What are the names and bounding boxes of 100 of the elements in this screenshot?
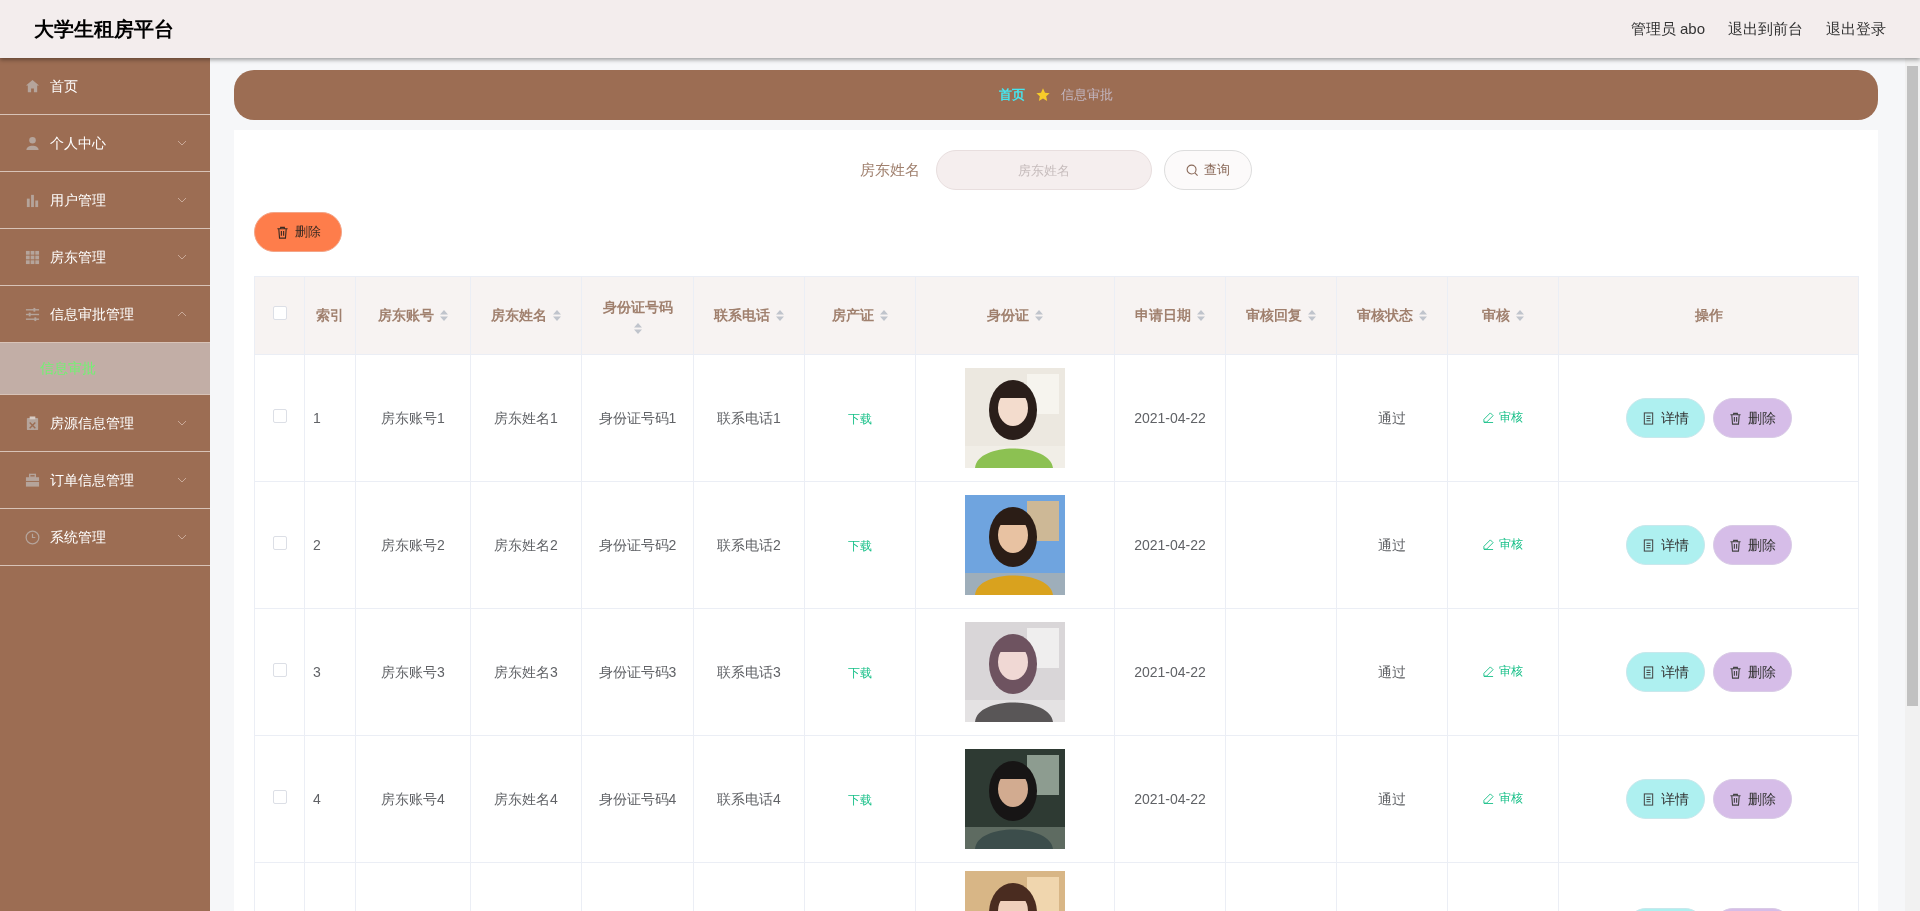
- download-link[interactable]: 下载: [848, 411, 872, 426]
- trash-icon: [1728, 538, 1742, 552]
- sidebar-item[interactable]: 订单信息管理: [0, 452, 210, 509]
- document-icon: [1641, 538, 1655, 552]
- review-link[interactable]: 审核: [1483, 408, 1523, 426]
- review-link[interactable]: 审核: [1483, 789, 1523, 807]
- table-cell: 房东账号1: [381, 409, 445, 426]
- table-cell: 2: [313, 536, 321, 553]
- review-link[interactable]: 审核: [1483, 535, 1523, 553]
- header-link[interactable]: 管理员 abo: [1630, 17, 1705, 41]
- table-cell: 身份证号码1: [598, 409, 677, 426]
- sliders-icon: [25, 306, 40, 322]
- user-icon: [25, 135, 40, 151]
- sidebar-item[interactable]: 用户管理: [0, 172, 210, 229]
- briefcase-icon: [25, 472, 40, 488]
- detail-button[interactable]: 详情: [1625, 525, 1705, 565]
- sidebar-item[interactable]: 房东管理: [0, 229, 210, 286]
- table-cell: 身份证号码4: [598, 790, 677, 807]
- table-cell: 3: [313, 663, 321, 680]
- document-icon: [1641, 411, 1655, 425]
- pencil-icon: [1483, 538, 1494, 550]
- column-header[interactable]: 审核: [1481, 305, 1525, 326]
- table-cell: 通过: [1378, 790, 1406, 807]
- table-cell: 房东姓名2: [494, 536, 558, 553]
- grid-icon: [25, 249, 40, 265]
- pencil-icon: [1483, 792, 1494, 804]
- table-cell: 房东姓名3: [494, 663, 558, 680]
- column-header[interactable]: 房产证: [831, 305, 889, 326]
- scrollbar[interactable]: [1905, 58, 1920, 911]
- table-cell: 身份证号码3: [598, 663, 677, 680]
- table-cell: 2021-04-22: [1134, 536, 1206, 553]
- table-cell: 房东账号4: [381, 790, 445, 807]
- column-header[interactable]: 联系电话: [713, 305, 785, 326]
- detail-button[interactable]: 详情: [1625, 652, 1705, 692]
- checkbox[interactable]: [272, 408, 287, 423]
- search-icon: [1186, 163, 1199, 177]
- column-header[interactable]: 索引: [316, 305, 344, 326]
- document-icon: [1641, 665, 1655, 679]
- document-icon: [1641, 792, 1655, 806]
- search-label: 房东姓名: [860, 159, 920, 180]
- table-cell: 通过: [1378, 536, 1406, 553]
- checkbox[interactable]: [272, 662, 287, 677]
- table-cell: 联系电话3: [717, 663, 781, 680]
- star-icon: [1035, 87, 1051, 103]
- table-cell: 通过: [1378, 409, 1406, 426]
- table-cell: 4: [313, 790, 321, 807]
- table-cell: 1: [313, 409, 321, 426]
- table-cell: 2021-04-22: [1134, 409, 1206, 426]
- delete-button[interactable]: 删除: [1712, 525, 1792, 565]
- detail-button[interactable]: 详情: [1625, 398, 1705, 438]
- table-cell: 房东姓名1: [494, 409, 558, 426]
- checkbox[interactable]: [272, 535, 287, 550]
- table-cell: 房东姓名4: [494, 790, 558, 807]
- column-header[interactable]: 申请日期: [1134, 305, 1206, 326]
- breadcrumb-link[interactable]: 首页: [999, 85, 1025, 105]
- trash-icon: [1728, 411, 1742, 425]
- column-header[interactable]: 房东姓名: [490, 305, 562, 326]
- column-header[interactable]: 身份证: [986, 305, 1044, 326]
- table-cell: 2021-04-22: [1134, 790, 1206, 807]
- review-link[interactable]: 审核: [1483, 662, 1523, 680]
- header-link[interactable]: 退出登录: [1826, 17, 1886, 41]
- table-cell: 通过: [1378, 663, 1406, 680]
- delete-button[interactable]: 删除: [1712, 779, 1792, 819]
- table-cell: 房东账号2: [381, 536, 445, 553]
- sidebar-item[interactable]: 首页: [0, 58, 210, 115]
- table-cell: 联系电话4: [717, 790, 781, 807]
- sidebar-item[interactable]: 个人中心: [0, 115, 210, 172]
- trash-icon: [1728, 792, 1742, 806]
- delete-button[interactable]: 删除: [254, 212, 342, 252]
- bar-chart-icon: [25, 192, 40, 208]
- column-header[interactable]: 审核回复: [1245, 305, 1317, 326]
- checkbox[interactable]: [272, 789, 287, 804]
- home-icon: [25, 78, 40, 94]
- header-link[interactable]: 退出到前台: [1728, 17, 1803, 41]
- download-link[interactable]: 下载: [848, 792, 872, 807]
- clipboard-icon: [25, 415, 40, 431]
- delete-button[interactable]: 删除: [1712, 398, 1792, 438]
- trash-icon: [275, 225, 289, 239]
- download-link[interactable]: 下载: [848, 538, 872, 553]
- search-button[interactable]: 查询: [1164, 150, 1252, 190]
- detail-button[interactable]: 详情: [1625, 779, 1705, 819]
- column-header[interactable]: 操作: [1694, 305, 1723, 326]
- pencil-icon: [1483, 665, 1494, 677]
- site-title: 大学生租房平台: [34, 17, 174, 42]
- column-header[interactable]: 房东账号: [377, 305, 449, 326]
- table-cell: 房东账号3: [381, 663, 445, 680]
- download-link[interactable]: 下载: [848, 665, 872, 680]
- table-cell: 联系电话2: [717, 536, 781, 553]
- table-cell: 身份证号码2: [598, 536, 677, 553]
- breadcrumb-link[interactable]: 信息审批: [1061, 85, 1113, 105]
- clock-icon: [25, 529, 40, 545]
- sidebar-item[interactable]: 房源信息管理: [0, 395, 210, 452]
- table-cell: 联系电话1: [717, 409, 781, 426]
- column-header[interactable]: 审核状态: [1356, 305, 1428, 326]
- delete-button[interactable]: 删除: [1712, 652, 1792, 692]
- checkbox[interactable]: [272, 306, 287, 320]
- pencil-icon: [1483, 411, 1494, 423]
- trash-icon: [1728, 665, 1742, 679]
- scrollbar-thumb[interactable]: [1907, 66, 1918, 706]
- sidebar-item[interactable]: 系统管理: [0, 509, 210, 566]
